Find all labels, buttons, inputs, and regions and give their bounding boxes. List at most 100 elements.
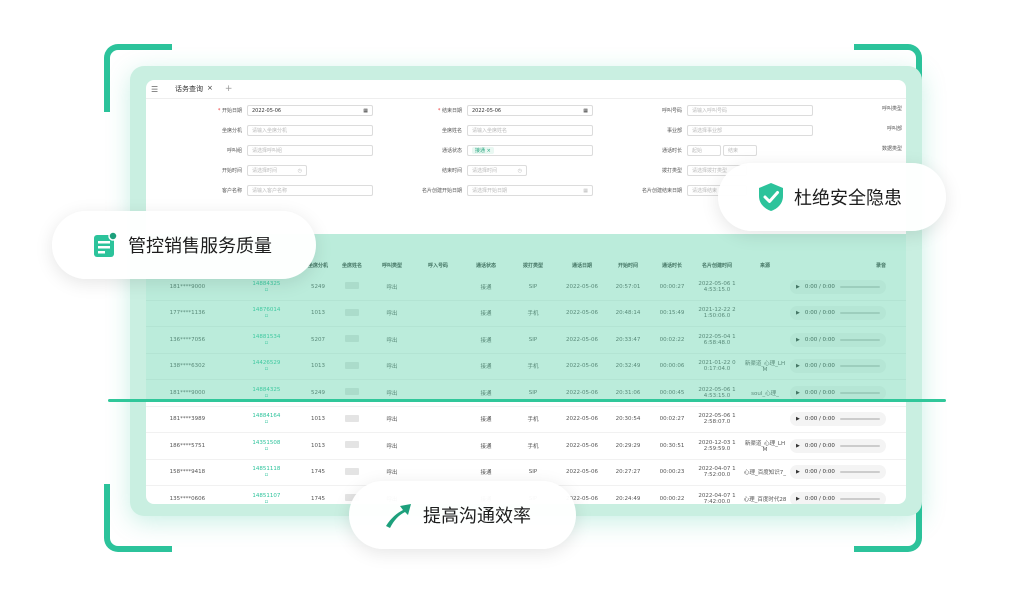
customer-input[interactable]: 请输入客户名称 [247,185,373,196]
trend-arrow-icon [386,504,411,528]
status-select[interactable]: 接通 × [467,145,593,156]
start-time: 20:57:01 [615,283,641,290]
audio-progress-track[interactable] [839,418,880,421]
dept-select[interactable]: 请选择事业部 [687,125,813,136]
audio-time: 0:00 / 0:00 [804,310,835,317]
call-status: 接通 [480,364,492,371]
seat-name [332,388,372,397]
audio-player[interactable]: ▶ 0:00 / 0:00 [790,385,886,400]
dial-type: SIP [528,389,538,396]
phone-number: 158****9418 [169,469,206,476]
start-time-picker[interactable]: 请选择时间 ◷ [247,165,307,176]
call-group-select[interactable]: 请选择呼叫组 [247,145,373,156]
source: 新渠道_心理_LH M [744,361,786,374]
play-icon[interactable]: ▶ [796,416,800,422]
efficiency-badge-text: 提高沟通效率 [423,506,531,527]
audio-player[interactable]: ▶ 0:00 / 0:00 [790,332,886,347]
call-date: 2022-05-06 [566,416,598,423]
audio-progress-track[interactable] [839,285,880,288]
dial-type: 手机 [527,364,539,371]
audio-player[interactable]: ▶ 0:00 / 0:00 [790,465,886,480]
play-icon[interactable]: ▶ [796,496,800,502]
card-created-time: 2022-05-06 1 2:58:07.0 [698,413,736,426]
status-chip[interactable]: 接通 × [472,147,494,154]
copy-icon[interactable]: ▫ [265,499,269,504]
blurred-name [345,335,359,343]
call-date: 2022-05-06 [566,389,598,396]
calendar-icon: ▦ [363,107,368,114]
audio-progress-track[interactable] [839,497,880,500]
audio-time: 0:00 / 0:00 [804,336,835,343]
audio-player[interactable]: ▶ 0:00 / 0:00 [790,438,886,453]
end-time-label: 结束时间 [441,168,462,174]
audio-progress-track[interactable] [839,312,880,315]
seat-name [332,467,372,477]
blurred-name [345,308,359,316]
table-row[interactable]: 136****7056 14881534 ▫ 5207 呼出 接通 SIP 2022-05-0… [146,327,906,354]
copy-icon[interactable]: ▫ [265,419,269,425]
seat-name-input[interactable]: 请输入坐席姓名 [467,125,593,136]
duration-from-input[interactable]: 起始 [687,145,721,156]
blurred-name [345,388,359,396]
table-row[interactable]: 181****3989 14884164 ▫ 1013 呼出 接通 手机 2022-05-06… [146,407,906,433]
play-icon[interactable]: ▶ [796,363,800,369]
tab-call-query[interactable]: 话务查询 × [169,84,219,94]
table-row[interactable]: 181****9000 14884325 ▫ 5249 呼出 接通 SIP 2022-05-0… [146,380,906,407]
audio-player[interactable]: ▶ 0:00 / 0:00 [790,359,886,374]
start-date-field[interactable]: 2022-05-06 ▦ [247,105,373,116]
audio-progress-track[interactable] [839,391,880,394]
copy-icon[interactable]: ▫ [265,366,269,372]
audio-player[interactable]: ▶ 0:00 / 0:00 [790,279,886,294]
close-icon[interactable]: × [207,84,213,94]
seat-ext: 1013 [311,442,325,449]
copy-icon[interactable]: ▫ [265,340,269,346]
copy-icon[interactable]: ▫ [265,313,269,319]
play-icon[interactable]: ▶ [796,284,800,290]
card-start-picker[interactable]: 请选择开始日期 ▦ [467,185,593,196]
copy-icon[interactable]: ▫ [265,472,269,478]
play-icon[interactable]: ▶ [796,443,800,449]
quality-badge-text: 管控销售服务质量 [128,236,272,257]
seat-ext: 1013 [311,310,325,317]
duration-to-input[interactable]: 结束 [723,145,757,156]
play-icon[interactable]: ▶ [796,469,800,475]
seat-ext-input[interactable]: 请输入坐席分机 [247,125,373,136]
call-date: 2022-05-06 [566,363,598,370]
audio-progress-track[interactable] [839,338,880,341]
phone-number: 135****0606 [169,495,206,502]
start-time-label: 开始时间 [221,168,242,174]
card-created-time: 2022-05-06 1 4:53:15.0 [698,280,736,293]
table-row[interactable]: 186****5751 14351508 ▫ 1013 呼出 接通 手机 2022-05-06… [146,433,906,460]
audio-player[interactable]: ▶ 0:00 / 0:00 [790,306,886,321]
table-body: 181****9000 14884325 ▫ 5249 呼出 接通 SIP 2022-05-0… [146,274,906,504]
end-date-field[interactable]: 2022-05-06 ▦ [467,105,593,116]
call-type: 呼出 [386,390,398,397]
copy-icon[interactable]: ▫ [265,393,269,399]
copy-icon[interactable]: ▫ [265,446,269,452]
play-icon[interactable]: ▶ [796,337,800,343]
caller-input[interactable]: 请输入呼叫号码 [687,105,813,116]
caller-label: 呼叫号码 [661,108,682,114]
audio-progress-track[interactable] [839,444,880,447]
copy-icon[interactable]: ▫ [265,287,269,293]
call-duration: 00:00:22 [659,495,685,502]
table-row[interactable]: 138****6302 14426529 ▫ 1013 呼出 接通 手机 2022-05-06… [146,354,906,380]
audio-player[interactable]: ▶ 0:00 / 0:00 [790,491,886,504]
efficiency-badge: 提高沟通效率 [349,481,576,549]
phone-number: 138****6302 [169,363,206,370]
audio-progress-track[interactable] [839,471,880,474]
start-time: 20:24:49 [615,495,641,502]
play-icon[interactable]: ▶ [796,390,800,396]
start-time: 20:32:49 [615,363,641,370]
audio-time: 0:00 / 0:00 [804,469,835,476]
menu-icon[interactable]: ☰ [151,85,161,94]
end-time-picker[interactable]: 请选择时间 ◷ [467,165,527,176]
play-icon[interactable]: ▶ [796,310,800,316]
audio-player[interactable]: ▶ 0:00 / 0:00 [790,412,886,427]
calendar-icon: ▦ [583,107,588,114]
call-duration: 00:15:49 [659,310,685,317]
audio-progress-track[interactable] [839,365,880,368]
add-tab-icon[interactable]: + [219,84,239,94]
audio-time: 0:00 / 0:00 [804,416,835,423]
table-row[interactable]: 177****1136 14876014 ▫ 1013 呼出 接通 手机 2022-05-06… [146,301,906,327]
